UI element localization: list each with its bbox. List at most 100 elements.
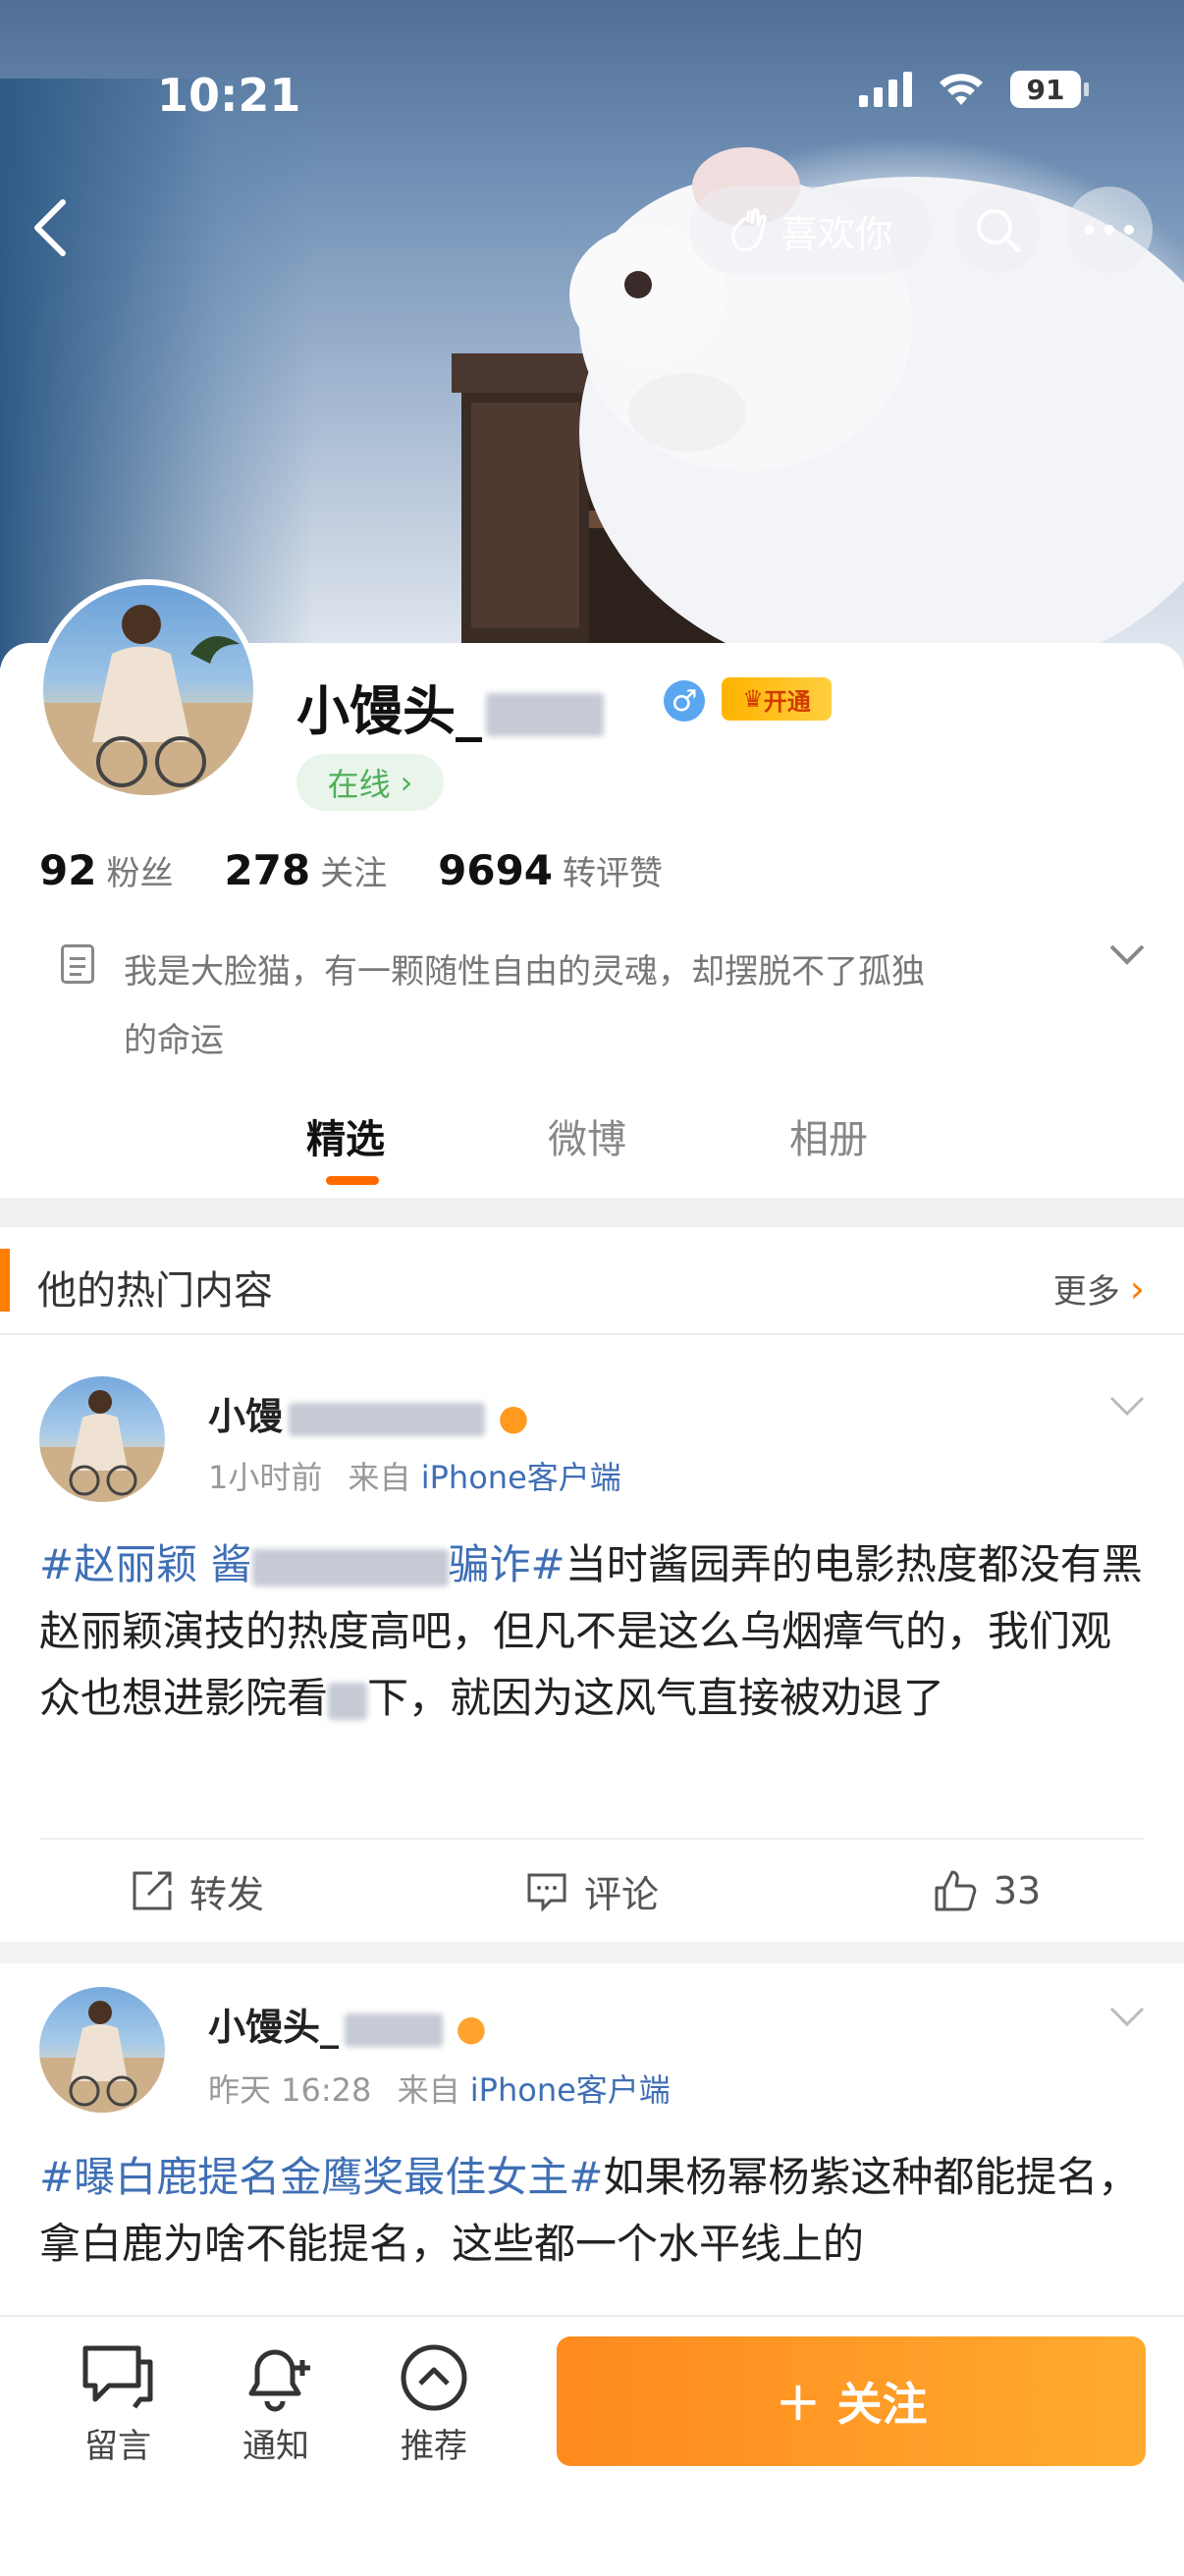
hot-content-title: 他的热门内容 xyxy=(37,1268,273,1314)
bottom-action-bar: 留言 通知 推荐 + 关注 xyxy=(0,2315,1184,2576)
vip-label: 开通 xyxy=(763,687,811,716)
interactions-label: 转评赞 xyxy=(563,854,664,893)
recommend-button[interactable]: 推荐 xyxy=(380,2342,488,2467)
post-avatar-image xyxy=(39,1390,165,1502)
bell-plus-icon xyxy=(248,2349,310,2412)
post-avatar[interactable] xyxy=(39,1987,165,2113)
post-avatar[interactable] xyxy=(39,1376,165,1502)
post-author-text: 小馒头_ xyxy=(208,2006,340,2049)
post-author[interactable]: 小馒头_ ● xyxy=(208,1997,487,2051)
redacted-word xyxy=(328,1682,368,1720)
post-source[interactable]: iPhone客户端 xyxy=(470,2071,671,2109)
post-body-b: 下，就因为这风气直接被劝退了 xyxy=(367,1674,945,1722)
badge-icon: ● xyxy=(456,2009,487,2049)
avatar-image xyxy=(43,605,253,795)
section-accent-bar xyxy=(0,1249,10,1312)
following-label: 关注 xyxy=(320,854,388,893)
search-icon xyxy=(977,209,1020,252)
post-meta: 1小时前 来自 iPhone客户端 xyxy=(208,1453,621,1498)
tab-weibo[interactable]: 微博 xyxy=(548,1107,626,1164)
redacted-author xyxy=(345,2012,444,2047)
username-text: 小馒头_ xyxy=(296,680,482,742)
more-options-button[interactable] xyxy=(1066,187,1153,273)
notify-button[interactable]: 通知 xyxy=(222,2342,330,2467)
document-icon xyxy=(61,944,94,984)
notify-label: 通知 xyxy=(242,2427,309,2466)
cellular-signal-icon xyxy=(859,72,912,107)
profile-tabs: 精选 微博 相册 xyxy=(0,1090,1184,1188)
active-tab-indicator xyxy=(326,1176,379,1185)
more-link[interactable]: 更多 › xyxy=(1053,1264,1145,1313)
message-label: 留言 xyxy=(84,2427,151,2466)
back-arrow-icon xyxy=(34,199,66,256)
online-status[interactable]: 在线 › xyxy=(296,754,444,811)
like-button[interactable]: 33 xyxy=(789,1842,1184,1940)
followers-count: 92 xyxy=(39,846,97,894)
post-meta: 昨天 16:28 来自 iPhone客户端 xyxy=(208,2066,671,2111)
divider xyxy=(0,1333,1184,1335)
interactions-count: 9694 xyxy=(438,846,554,894)
post-time: 1小时前 xyxy=(208,1459,323,1496)
username: 小馒头_ xyxy=(296,668,604,745)
post-hashtag-end[interactable]: 骗诈# xyxy=(449,1540,565,1588)
like-you-label: 喜欢你 xyxy=(780,211,892,255)
chevron-down-icon[interactable] xyxy=(1107,1394,1147,1420)
bio-text: 我是大脸猫，有一颗随性自由的灵魂，却摆脱不了孤独的命运 xyxy=(124,952,925,1060)
chevron-down-icon[interactable] xyxy=(1107,942,1147,968)
more-dots-icon xyxy=(1085,225,1134,235)
post-text: #曝白鹿提名金鹰奖最佳女主#如果杨幂杨紫这种都能提名，拿白鹿为啥不能提名，这些都… xyxy=(39,2144,1149,2278)
comment-label: 评论 xyxy=(583,1872,659,1916)
redacted-username xyxy=(486,693,604,737)
crown-icon: ♛ xyxy=(742,685,764,713)
repost-label: 转发 xyxy=(188,1872,264,1916)
avatar[interactable] xyxy=(37,579,259,801)
status-time: 10:21 xyxy=(157,69,301,122)
stat-interactions[interactable]: 9694 转评赞 xyxy=(438,846,663,894)
following-count: 278 xyxy=(224,846,311,894)
chevron-up-circle-icon xyxy=(401,2344,467,2411)
profile-stats: 92 粉丝 278 关注 9694 转评赞 xyxy=(39,846,663,894)
followers-label: 粉丝 xyxy=(106,854,174,893)
chevron-right-icon: › xyxy=(400,764,413,801)
post-author[interactable]: 小馒 ● xyxy=(208,1386,529,1440)
chevron-down-icon[interactable] xyxy=(1107,2005,1147,2030)
stat-following[interactable]: 278 关注 xyxy=(224,846,387,894)
tab-album[interactable]: 相册 xyxy=(789,1107,868,1164)
section-divider xyxy=(0,1198,1184,1227)
comment-button[interactable]: 评论 xyxy=(395,1842,789,1940)
gender-male-icon: ♂ xyxy=(664,680,705,722)
stat-followers[interactable]: 92 粉丝 xyxy=(39,846,173,894)
redacted-author xyxy=(289,1402,486,1436)
post-separator xyxy=(0,1942,1184,1963)
search-button[interactable] xyxy=(954,187,1041,273)
chevron-right-icon: › xyxy=(1129,1266,1145,1311)
post-actions: 转发 评论 33 xyxy=(0,1842,1184,1940)
post-from-prefix: 来自 xyxy=(397,2071,460,2109)
post-hashtag[interactable]: #赵丽颖 酱 xyxy=(39,1540,252,1588)
status-icons: 91 xyxy=(859,71,1089,108)
follow-button[interactable]: + 关注 xyxy=(557,2336,1146,2466)
message-button[interactable]: 留言 xyxy=(64,2342,172,2467)
vip-badge[interactable]: ♛ 开通 xyxy=(722,677,832,721)
post-source[interactable]: iPhone客户端 xyxy=(421,1459,621,1496)
like-you-button[interactable]: 喜欢你 xyxy=(689,187,931,273)
back-button[interactable] xyxy=(29,196,88,265)
post-time: 昨天 16:28 xyxy=(208,2071,372,2109)
repost-icon xyxy=(133,1871,172,1910)
pufferfish-badge-icon: ● xyxy=(498,1398,529,1438)
repost-button[interactable]: 转发 xyxy=(0,1842,395,1940)
divider xyxy=(39,1838,1145,1840)
post-from-prefix: 来自 xyxy=(348,1459,411,1496)
recommend-label: 推荐 xyxy=(401,2427,467,2466)
more-label: 更多 xyxy=(1052,1272,1120,1312)
thumbs-up-icon xyxy=(935,1870,977,1911)
battery-indicator: 91 xyxy=(1010,71,1089,108)
redacted-hashtag xyxy=(251,1548,449,1586)
post-text: #赵丽颖 酱骗诈#当时酱园弄的电影热度都没有黑赵丽颖演技的热度高吧，但凡不是这么… xyxy=(39,1531,1149,1732)
post-hashtag[interactable]: #曝白鹿提名金鹰奖最佳女主# xyxy=(39,2153,603,2201)
comment-icon xyxy=(527,1873,566,1912)
post-avatar-image xyxy=(39,2001,165,2113)
tab-featured[interactable]: 精选 xyxy=(306,1107,385,1164)
follow-label: 关注 xyxy=(836,2378,928,2431)
post-author-text: 小馒 xyxy=(208,1395,284,1438)
